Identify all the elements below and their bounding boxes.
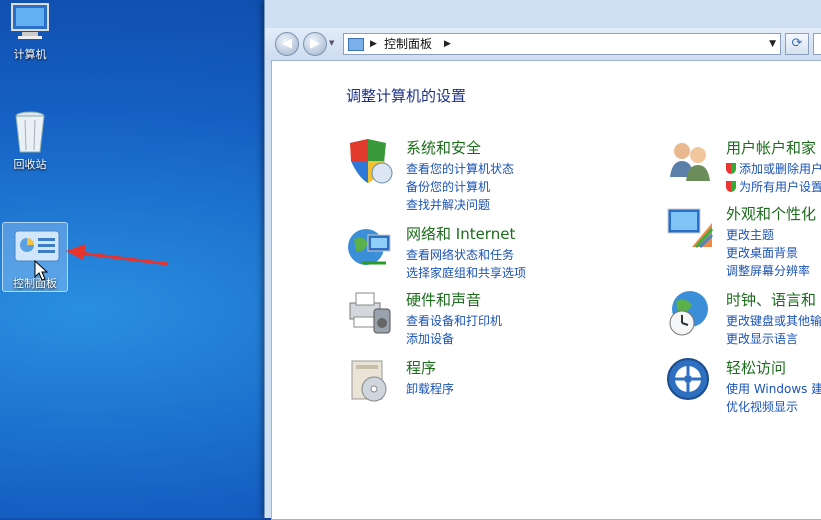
link-change-theme[interactable]: 更改主题 (726, 226, 816, 244)
link-uninstall-program[interactable]: 卸载程序 (406, 380, 454, 398)
page-title: 调整计算机的设置 (346, 87, 467, 105)
ease-of-access-icon[interactable] (666, 357, 714, 405)
control-panel-content: 调整计算机的设置 系统和安全 查看您的计算机状态 备份您的计算机 查找并解决问题… (271, 60, 821, 520)
address-dropdown-icon[interactable]: ▼ (769, 34, 776, 54)
address-bar[interactable]: ▶ 控制面板 ▶ ▼ (343, 33, 781, 55)
category-title-hardware-sound[interactable]: 硬件和声音 (406, 289, 502, 310)
link-homegroup-sharing[interactable]: 选择家庭组和共享选项 (406, 264, 526, 282)
link-windows-suggestions[interactable]: 使用 Windows 建 (726, 380, 821, 398)
category-title-programs[interactable]: 程序 (406, 357, 454, 378)
control-panel-window: ◀ ▶ ▼ ▶ 控制面板 ▶ ▼ ⟳ 调整计算机的设置 系统和安全 查看您的计算… (264, 0, 821, 520)
users-icon[interactable] (666, 137, 714, 185)
category-title-user-accounts[interactable]: 用户帐户和家 (726, 137, 821, 158)
forward-button[interactable]: ▶ (303, 32, 327, 56)
refresh-button[interactable]: ⟳ (785, 33, 809, 55)
breadcrumb-separator-icon[interactable]: ▶ (370, 34, 377, 54)
printer-icon[interactable] (346, 289, 394, 337)
link-view-computer-status[interactable]: 查看您的计算机状态 (406, 160, 514, 178)
link-add-device[interactable]: 添加设备 (406, 330, 502, 348)
category-title-appearance[interactable]: 外观和个性化 (726, 203, 816, 224)
category-title-network-internet[interactable]: 网络和 Internet (406, 223, 526, 244)
link-all-users-setup[interactable]: 为所有用户设置 (726, 178, 821, 196)
red-arrow-annotation (62, 240, 172, 274)
programs-icon[interactable] (346, 357, 394, 405)
link-backup-computer[interactable]: 备份您的计算机 (406, 178, 514, 196)
link-add-remove-users[interactable]: 添加或删除用户 (726, 160, 821, 178)
navigation-toolbar: ◀ ▶ ▼ ▶ 控制面板 ▶ ▼ ⟳ (265, 28, 821, 60)
computer-icon (8, 0, 52, 42)
desktop-icon-label: 计算机 (13, 48, 47, 61)
link-keyboard-input[interactable]: 更改键盘或其他输 (726, 312, 821, 330)
link-troubleshoot[interactable]: 查找并解决问题 (406, 196, 514, 214)
link-display-language[interactable]: 更改显示语言 (726, 330, 821, 348)
history-dropdown-icon[interactable]: ▼ (329, 39, 334, 47)
link-optimize-display[interactable]: 优化视频显示 (726, 398, 821, 416)
breadcrumb-separator-icon[interactable]: ▶ (444, 34, 451, 54)
desktop-icon-label: 回收站 (13, 158, 47, 171)
category-title-ease-of-access[interactable]: 轻松访问 (726, 357, 821, 378)
uac-shield-icon (726, 163, 736, 174)
globe-clock-icon[interactable] (666, 289, 714, 337)
link-change-background[interactable]: 更改桌面背景 (726, 244, 816, 262)
link-view-network-status[interactable]: 查看网络状态和任务 (406, 246, 526, 264)
desktop-icon-computer[interactable]: 计算机 (0, 0, 62, 62)
mouse-cursor-icon (34, 259, 49, 286)
back-button[interactable]: ◀ (275, 32, 299, 56)
category-title-clock-language[interactable]: 时钟、语言和 (726, 289, 821, 310)
link-screen-resolution[interactable]: 调整屏幕分辨率 (726, 262, 816, 280)
control-panel-small-icon (348, 38, 364, 51)
globe-network-icon[interactable] (346, 223, 394, 271)
breadcrumb-control-panel[interactable]: 控制面板 (384, 34, 432, 54)
search-input[interactable] (813, 33, 821, 55)
recycle-bin-icon (8, 110, 52, 153)
uac-shield-icon (726, 181, 736, 192)
category-title-system-security[interactable]: 系统和安全 (406, 137, 514, 158)
desktop-icon-recycle-bin[interactable]: 回收站 (0, 110, 62, 172)
appearance-icon[interactable] (666, 203, 714, 251)
shield-icon[interactable] (346, 137, 394, 185)
link-devices-printers[interactable]: 查看设备和打印机 (406, 312, 502, 330)
